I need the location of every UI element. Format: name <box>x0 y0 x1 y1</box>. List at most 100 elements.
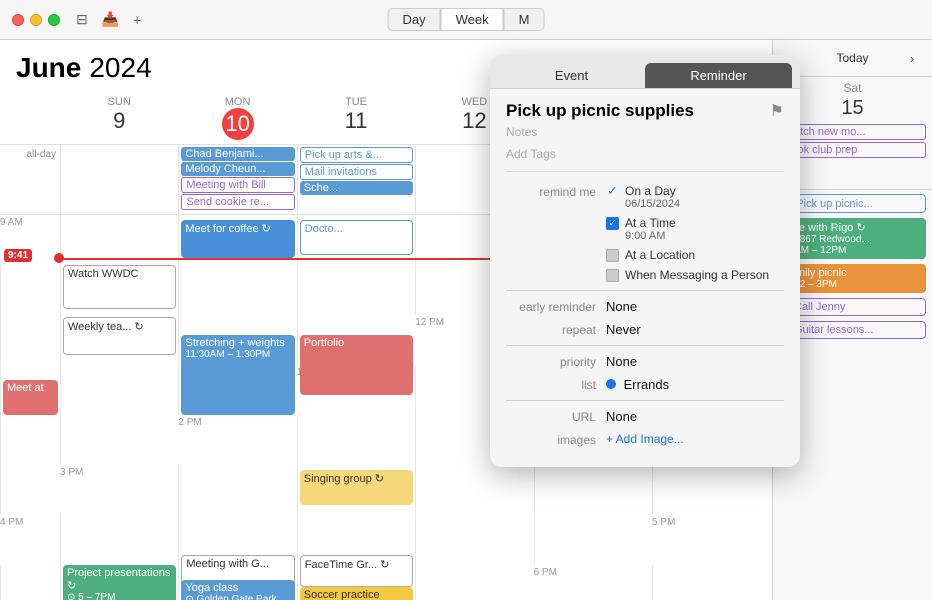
col-tue-11: Weekly tea... ↻ <box>60 315 178 365</box>
divider-3 <box>506 400 784 401</box>
flag-icon[interactable]: ⚑ <box>770 101 784 121</box>
right-event-watch[interactable]: Watch new mo... <box>779 124 926 140</box>
minimize-button[interactable] <box>30 14 42 26</box>
all-day-label: all-day <box>0 145 60 214</box>
when-messaging-label: When Messaging a Person <box>625 268 769 282</box>
all-day-sun <box>60 145 178 214</box>
col-sun-2 <box>297 415 415 465</box>
event-weekly-tea[interactable]: Weekly tea... ↻ <box>63 317 176 355</box>
all-day-mon: Chad Benjami... Melody Cheun... Meet for… <box>178 145 296 214</box>
tab-day[interactable]: Day <box>388 8 441 31</box>
next-button[interactable]: › <box>902 48 922 68</box>
col-thu-2 <box>0 465 60 515</box>
on-a-day-label: On a Day <box>625 184 676 198</box>
add-image-button[interactable]: + Add Image... <box>606 432 784 446</box>
repeat-value[interactable]: Never <box>606 322 784 337</box>
right-event-hike[interactable]: Hike with Rigo ↻ ⊙ 7867 Redwood... 10AM … <box>779 218 926 259</box>
maximize-button[interactable] <box>48 14 60 26</box>
col-tue-10 <box>178 265 296 315</box>
day-header-tue: Tue 11 <box>297 92 415 144</box>
repeat-row: repeat Never <box>506 322 784 337</box>
url-value[interactable]: None <box>606 409 784 424</box>
remind-me-label: remind me <box>506 184 606 199</box>
list-row: list Errands <box>506 377 784 392</box>
event-singing[interactable]: Singing group ↻ <box>300 470 413 505</box>
col-wed-1 <box>0 415 60 465</box>
repeat-label: repeat <box>506 322 606 337</box>
event-doctor[interactable]: Docto... <box>300 220 413 255</box>
list-dot <box>606 379 616 389</box>
col-thu-12 <box>178 365 296 415</box>
col-mon-9: Meet for coffee ↻ <box>178 215 296 265</box>
when-messaging-checkbox[interactable] <box>606 269 619 282</box>
popover-tags[interactable]: Add Tags <box>506 147 784 172</box>
close-button[interactable] <box>12 14 24 26</box>
list-value[interactable]: Errands <box>606 377 784 392</box>
tab-event[interactable]: Event <box>498 63 645 88</box>
inbox-icon[interactable]: 📥 <box>102 11 119 28</box>
right-event-call-jenny[interactable]: Call Jenny <box>779 298 926 316</box>
at-a-time-label: At a Time <box>625 216 676 230</box>
col-mon-5: Project presentations ↻ ⊙ 5 – 7PM <box>60 565 178 600</box>
col-wed-11: Stretching + weights 11:30AM – 1:30PM <box>178 315 296 365</box>
at-a-location-label: At a Location <box>625 248 695 262</box>
event-pick-up-arts[interactable]: Pick up arts &... <box>300 147 413 163</box>
col-sun-4 <box>60 515 178 565</box>
priority-row: priority None <box>506 354 784 369</box>
popover-tabs: Event Reminder <box>490 55 800 89</box>
at-a-location-checkbox[interactable] <box>606 249 619 262</box>
list-label: list <box>506 377 606 392</box>
right-event-book[interactable]: Book club prep <box>779 142 926 158</box>
event-mail-invitations[interactable]: Mail invitations <box>300 164 413 180</box>
at-a-time-item: At a Time <box>606 216 784 230</box>
event-portfolio[interactable]: Portfolio <box>300 335 413 395</box>
event-yoga[interactable]: Yoga class ⊙ Golden Gate Park 5:15 – 6:4… <box>181 580 294 600</box>
col-wed-3 <box>534 465 652 515</box>
time-9am: 9 AM <box>0 215 60 265</box>
right-event-family-picnic[interactable]: Family picnic ⊙ 12 – 3PM <box>779 264 926 293</box>
popover-notes[interactable]: Notes <box>506 125 784 139</box>
event-melody[interactable]: Melody Cheun... <box>181 162 294 176</box>
calendar-month: June <box>16 52 81 84</box>
divider-1 <box>506 290 784 291</box>
event-meeting-bill[interactable]: Meet for coffee Meeting with Bill <box>181 177 294 193</box>
url-label: URL <box>506 409 606 424</box>
event-soccer[interactable]: Soccer practice <box>300 587 413 600</box>
event-project-presentations[interactable]: Project presentations ↻ ⊙ 5 – 7PM <box>63 565 176 600</box>
col-mon-10: Watch WWDC <box>60 265 178 315</box>
tab-month[interactable]: M <box>504 8 545 31</box>
when-messaging-item: When Messaging a Person <box>606 268 784 282</box>
popover-title-row: Pick up picnic supplies ⚑ <box>506 101 784 121</box>
event-watch-wwdc[interactable]: Watch WWDC <box>63 265 176 309</box>
on-a-day-checkbox[interactable]: ✓ <box>606 185 619 198</box>
early-reminder-value[interactable]: None <box>606 299 784 314</box>
tab-week[interactable]: Week <box>441 8 504 31</box>
priority-value[interactable]: None <box>606 354 784 369</box>
calendar-year: 2024 <box>89 52 151 84</box>
event-send-cookie[interactable]: Send cookie re... <box>181 194 294 210</box>
col-mon-3: Singing group ↻ <box>297 465 415 515</box>
event-facetime[interactable]: FaceTime Gr... ↻ <box>300 555 413 587</box>
col-sun-9 <box>60 215 178 265</box>
at-a-time-checkbox[interactable] <box>606 217 619 230</box>
sidebar-icon[interactable]: ⊟ <box>76 11 88 28</box>
col-thu-3 <box>652 465 772 515</box>
col-tue-3 <box>415 465 533 515</box>
event-sche[interactable]: Sche... <box>300 181 413 195</box>
day-header-mon: Mon 10 <box>178 92 296 144</box>
event-meet-coffee[interactable]: Meet for coffee ↻ <box>181 220 294 258</box>
all-day-tue: Pick up arts &... Mail invitations Sche.… <box>297 145 415 214</box>
col-sun-6 <box>652 565 772 600</box>
tab-reminder[interactable]: Reminder <box>645 63 792 88</box>
col-wed-12 <box>60 365 178 415</box>
col-tue-5: Meeting with G... Yoga class ⊙ Golden Ga… <box>178 565 296 600</box>
today-button[interactable]: Today <box>836 51 868 65</box>
event-chad[interactable]: Chad Benjami... <box>181 147 294 161</box>
col-tue-12: Meet at <box>0 365 60 415</box>
right-event-picnic[interactable]: ⊙ Pick up picnic... <box>779 194 926 213</box>
right-event-guitar[interactable]: Guitar lessons... <box>779 321 926 339</box>
add-icon[interactable]: + <box>133 12 141 28</box>
priority-label: priority <box>506 354 606 369</box>
col-thu-5 <box>415 565 533 600</box>
event-meet-at[interactable]: Meet at <box>3 380 58 415</box>
